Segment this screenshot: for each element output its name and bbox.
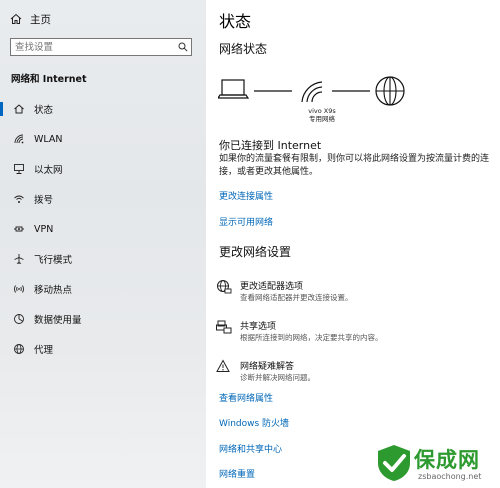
settings-window: 主页 网络和 Internet 状态	[0, 0, 500, 488]
watermark-title: 保成网	[414, 448, 480, 472]
show-available-networks-link[interactable]: 显示可用网络	[219, 215, 273, 228]
sidebar-item-vpn[interactable]: VPN	[0, 214, 206, 244]
option-title: 网络疑难解答	[240, 362, 295, 372]
connected-heading: 你已连接到 Internet	[219, 139, 322, 152]
adapter-options-item[interactable]: 更改适配器选项 查看网络适配器并更改连接设置。	[216, 279, 496, 309]
search-box[interactable]	[10, 38, 192, 56]
warning-icon	[216, 359, 232, 375]
option-desc: 诊断并解决网络问题。	[240, 373, 315, 382]
sidebar-item-label: 飞行模式	[34, 255, 73, 266]
sharing-printer-icon	[216, 319, 232, 335]
ethernet-icon	[12, 162, 26, 176]
sidebar-item-label: VPN	[34, 223, 54, 235]
change-connection-properties-link[interactable]: 更改连接属性	[219, 189, 273, 202]
sidebar-item-label: 以太网	[34, 165, 63, 176]
sidebar-item-data-usage[interactable]: 数据使用量	[0, 304, 206, 334]
network-sharing-center-link[interactable]: 网络和共享中心	[219, 442, 282, 455]
dialup-icon	[12, 192, 26, 206]
sidebar-item-status[interactable]: 状态	[0, 94, 206, 124]
adapter-globe-icon	[216, 279, 232, 295]
airplane-icon	[12, 252, 26, 266]
search-input[interactable]	[11, 40, 175, 54]
sidebar-item-proxy[interactable]: 代理	[0, 334, 206, 364]
vpn-icon	[12, 222, 26, 236]
watermark-logo-icon	[378, 445, 410, 481]
search-icon[interactable]	[175, 42, 191, 52]
home-nav-item[interactable]: 主页	[10, 10, 51, 28]
sidebar-item-wlan[interactable]: WLAN	[0, 124, 206, 154]
network-status-title: 网络状态	[219, 42, 268, 56]
watermark: 保成网 zsbaochong.net	[372, 442, 498, 486]
network-name: vivo X9s	[308, 107, 336, 115]
data-usage-icon	[12, 312, 26, 326]
wifi-icon	[12, 132, 26, 146]
view-network-properties-link[interactable]: 查看网络属性	[219, 391, 273, 404]
sidebar-item-label: 数据使用量	[34, 315, 82, 326]
windows-firewall-link[interactable]: Windows 防火墙	[219, 416, 289, 429]
globe-icon	[12, 342, 26, 356]
sidebar-item-label: WLAN	[34, 133, 63, 145]
sidebar-item-label: 代理	[34, 345, 54, 356]
sidebar-nav: 状态 WLAN 以太网 拨号 VPN 飞行模式 移动热点 数据使用量 代理	[0, 94, 206, 364]
option-title: 共享选项	[240, 322, 277, 332]
sidebar-item-label: 拨号	[34, 195, 54, 206]
sidebar-item-hotspot[interactable]: 移动热点	[0, 274, 206, 304]
network-caption: vivo X9s 专用网络	[302, 107, 342, 123]
sidebar-item-ethernet[interactable]: 以太网	[0, 154, 206, 184]
network-reset-link[interactable]: 网络重置	[219, 467, 255, 480]
sidebar-item-airplane[interactable]: 飞行模式	[0, 244, 206, 274]
change-network-settings-title: 更改网络设置	[219, 245, 292, 259]
network-troubleshooter-item[interactable]: 网络疑难解答 诊断并解决网络问题。	[216, 359, 496, 389]
laptop-icon	[218, 79, 250, 99]
section-title: 网络和 Internet	[11, 74, 87, 85]
option-title: 更改适配器选项	[240, 282, 304, 292]
wifi-signal-icon	[301, 81, 323, 103]
hotspot-icon	[12, 282, 26, 296]
option-desc: 根据所连接到的网络，决定要共享的内容。	[240, 333, 383, 342]
network-type: 专用网络	[309, 115, 335, 123]
sidebar: 主页 网络和 Internet 状态	[0, 0, 206, 488]
home-icon	[10, 13, 22, 24]
network-diagram: vivo X9s 专用网络	[218, 74, 418, 130]
sidebar-item-label: 状态	[34, 105, 54, 116]
internet-globe-icon	[375, 76, 405, 106]
main-content: 状态 网络状态 vivo X9s 专用网络 你已连接到 Internet 如果你…	[206, 0, 500, 488]
connected-description: 如果你的流量套餐有限制，则你可以将此网络设置为按流量计费的连接，或者更改其他属性…	[219, 154, 490, 177]
page-title: 状态	[219, 12, 252, 31]
home-label: 主页	[30, 13, 51, 26]
sharing-options-item[interactable]: 共享选项 根据所连接到的网络，决定要共享的内容。	[216, 319, 496, 349]
option-desc: 查看网络适配器并更改连接设置。	[240, 293, 353, 302]
sidebar-item-dialup[interactable]: 拨号	[0, 184, 206, 214]
sidebar-item-label: 移动热点	[34, 285, 73, 296]
watermark-url: zsbaochong.net	[418, 472, 482, 481]
home-status-icon	[12, 102, 26, 116]
